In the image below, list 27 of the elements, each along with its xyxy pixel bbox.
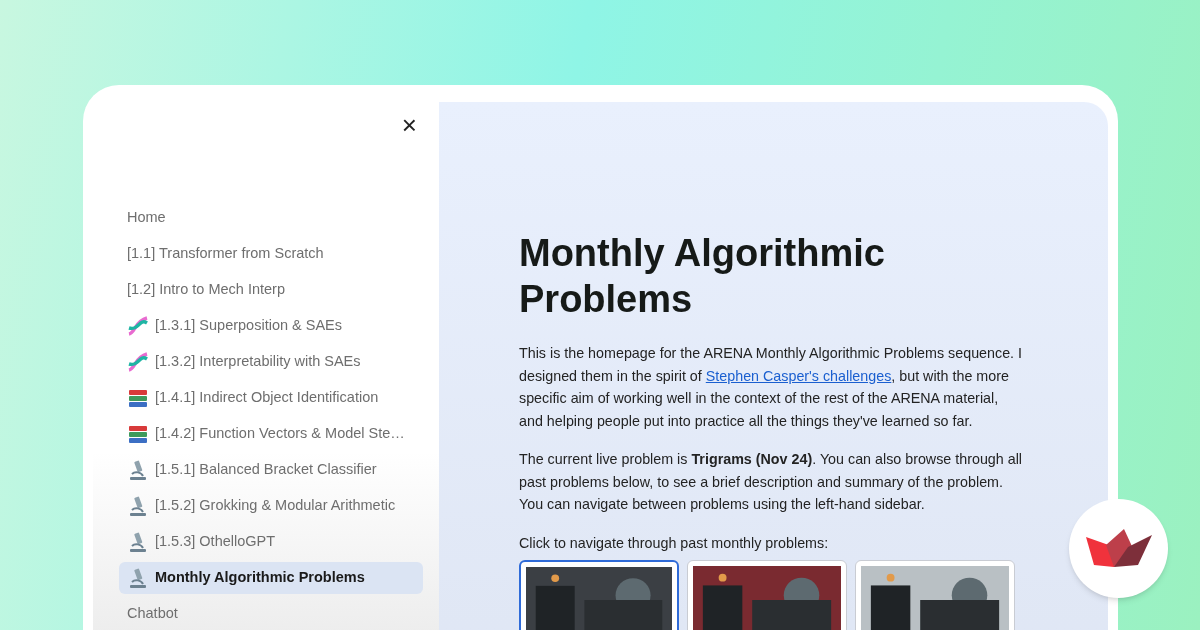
sidebar-item[interactable]: [1.3.1] Superposition & SAEs xyxy=(119,310,423,342)
sidebar-item[interactable]: [1.3.2] Interpretability with SAEs xyxy=(119,346,423,378)
microscope-icon xyxy=(127,459,149,481)
gallery-caption: Click to navigate through past monthly problems: xyxy=(519,533,830,553)
microscope-icon xyxy=(127,495,149,517)
sidebar-item[interactable]: [1.5.3] OthelloGPT xyxy=(119,526,423,558)
dna-icon xyxy=(127,351,149,373)
thumbnail[interactable] xyxy=(519,560,679,630)
microscope-icon xyxy=(127,531,149,553)
current-problem-paragraph: The current live problem is Trigrams (Nov 24). You can also browse through all past problems below, to see a brief description and summary of the problem. You can navigate between problems using the left-hand sidebar. xyxy=(519,450,1024,514)
sidebar-item[interactable]: [1.4.2] Function Vectors & Model Ste… xyxy=(119,418,423,450)
page-title: Monthly Algorithmic Problems xyxy=(519,231,886,322)
sidebar-item[interactable]: Monthly Algorithmic Problems xyxy=(119,562,423,594)
sidebar-item[interactable]: Home xyxy=(119,202,423,234)
sidebar-item[interactable]: Chatbot xyxy=(119,598,423,630)
books-icon xyxy=(127,387,149,409)
close-button[interactable]: × xyxy=(401,112,417,138)
intro-paragraph: This is the homepage for the ARENA Monthly Algorithmic Problems sequence. I designed them in the spirit of Stephen Casper's challenges, but with the more specific aim of working well in the context of the rest of the ARENA material, and helping people put into practice all the things they've learned so far. xyxy=(519,344,1024,431)
sidebar-item[interactable]: [1.5.2] Grokking & Modular Arithmetic xyxy=(119,490,423,522)
boat-logo-icon xyxy=(1083,528,1154,569)
sidebar-item[interactable]: [1.4.1] Indirect Object Identification xyxy=(119,382,423,414)
dna-icon xyxy=(127,315,149,337)
books-icon xyxy=(127,423,149,445)
sidebar-item[interactable]: [1.5.1] Balanced Bracket Classifier xyxy=(119,454,423,486)
sidebar-item[interactable]: [1.1] Transformer from Scratch xyxy=(119,238,423,270)
microscope-icon xyxy=(127,567,149,589)
sidebar-item[interactable]: [1.2] Intro to Mech Interp xyxy=(119,274,423,306)
